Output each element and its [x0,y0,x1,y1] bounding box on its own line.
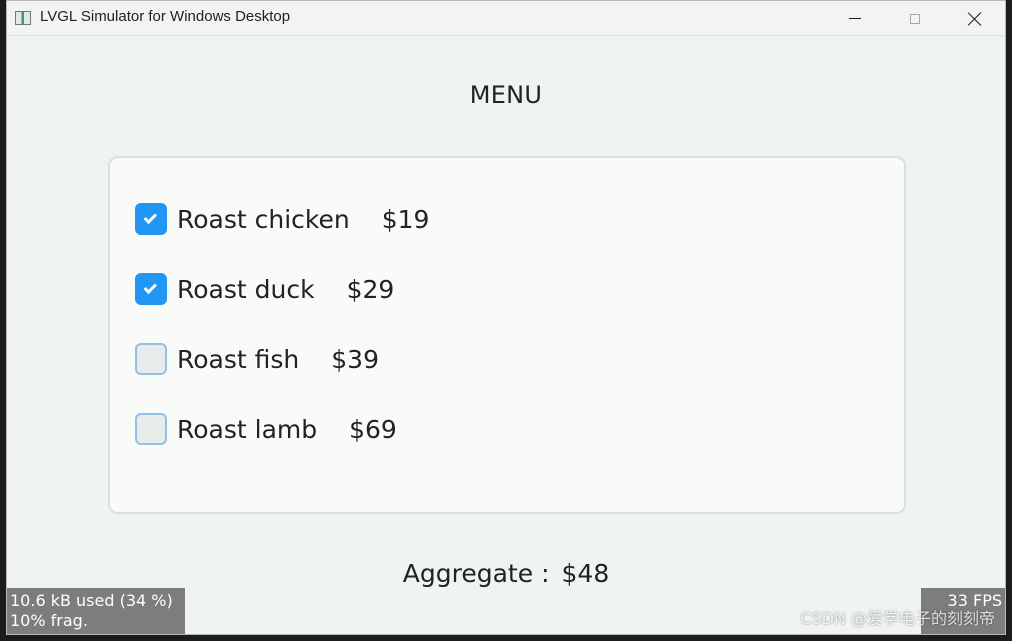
watermark-text: CSDN @爱学电子的刻刻帝 [800,609,995,628]
menu-card: Roast chicken $19 Roast duck $29 Roast f… [108,156,906,514]
fragmentation-text: 10% frag. [10,611,88,630]
lvgl-screen: MENU Roast chicken $19 Roast duck $29 Ro… [7,36,1005,634]
memory-used-text: 10.6 kB used (34 %) [10,591,173,610]
roast-chicken-price: $19 [381,204,430,234]
memory-monitor: 10.6 kB used (34 %) 10% frag. [7,588,185,634]
app-icon [15,11,31,25]
simulator-window: LVGL Simulator for Windows Desktop MENU … [6,0,1006,635]
menu-item-roast-duck[interactable]: Roast duck $29 [135,271,394,307]
roast-lamb-price: $69 [349,414,397,444]
check-icon [143,280,158,294]
menu-item-roast-chicken[interactable]: Roast chicken $19 [135,201,429,237]
roast-duck-label: Roast duck [177,274,315,304]
title-bar[interactable]: LVGL Simulator for Windows Desktop [7,1,1005,36]
aggregate-label: Aggregate [402,559,534,588]
aggregate-separator: : [541,559,550,588]
menu-item-roast-fish[interactable]: Roast fish $39 [135,341,379,377]
close-button[interactable] [945,1,1005,36]
window-controls [825,1,1005,36]
roast-duck-price: $29 [346,274,395,304]
roast-chicken-label: Roast chicken [177,204,350,234]
roast-fish-label: Roast fish [177,344,300,374]
roast-lamb-label: Roast lamb [177,414,318,444]
minimize-button[interactable] [825,1,885,36]
roast-lamb-checkbox[interactable] [135,413,167,445]
window-title: LVGL Simulator for Windows Desktop [40,8,291,25]
menu-item-roast-lamb[interactable]: Roast lamb $69 [135,411,397,447]
maximize-button[interactable] [885,1,945,36]
roast-fish-checkbox[interactable] [135,343,167,375]
roast-fish-price: $39 [331,344,379,374]
check-icon [143,210,158,224]
minimize-icon [849,18,861,19]
close-icon [968,12,982,26]
aggregate-value: $48 [561,559,610,588]
maximize-icon [910,13,920,24]
aggregate-total: Aggregate: $48 [7,559,1005,588]
roast-chicken-checkbox[interactable] [135,203,167,235]
menu-title: MENU [469,81,543,109]
roast-duck-checkbox[interactable] [135,273,167,305]
